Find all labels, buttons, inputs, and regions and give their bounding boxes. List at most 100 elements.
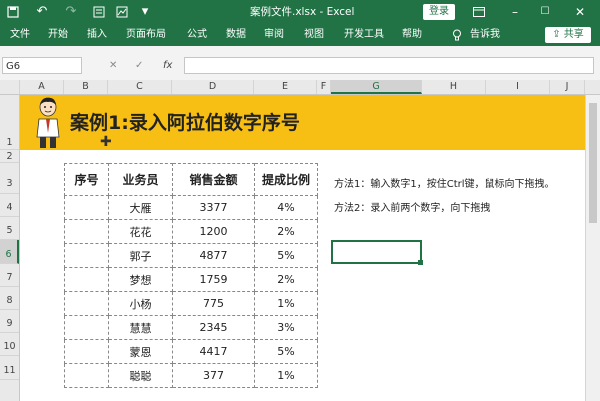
window-title: 案例文件.xlsx - Excel	[250, 6, 355, 18]
maximize-button[interactable]: ☐	[535, 0, 555, 24]
undo-icon[interactable]: ↶	[33, 0, 51, 24]
scrollbar-thumb[interactable]	[589, 103, 597, 223]
close-button[interactable]: ✕	[570, 0, 590, 24]
row-header[interactable]: 1	[0, 95, 19, 150]
table-cell[interactable]	[64, 291, 109, 316]
table-cell[interactable]: 3%	[254, 315, 318, 340]
table-cell[interactable]: 2%	[254, 267, 318, 292]
tab-insert[interactable]: 插入	[87, 24, 107, 46]
select-all-corner[interactable]	[0, 80, 20, 94]
tab-developer[interactable]: 开发工具	[344, 24, 384, 46]
lightbulb-icon[interactable]	[452, 24, 462, 46]
table-cell[interactable]: 郭子	[108, 243, 173, 268]
table-cell[interactable]: 1759	[172, 267, 255, 292]
row-header[interactable]: 7	[0, 264, 19, 287]
column-header[interactable]: J	[550, 80, 585, 94]
form-icon[interactable]	[90, 0, 108, 24]
cancel-icon[interactable]: ✕	[109, 57, 117, 74]
header-cell[interactable]: 业务员	[108, 163, 173, 196]
tab-formulas[interactable]: 公式	[187, 24, 207, 46]
table-cell[interactable]	[64, 243, 109, 268]
column-header[interactable]: B	[64, 80, 108, 94]
table-cell[interactable]: 2345	[172, 315, 255, 340]
table-cell[interactable]: 775	[172, 291, 255, 316]
row-header[interactable]: 11	[0, 356, 19, 380]
chart-icon[interactable]	[113, 0, 131, 24]
table-row: 小杨 775 1%	[64, 291, 318, 316]
column-header[interactable]: I	[486, 80, 550, 94]
table-cell[interactable]	[64, 219, 109, 244]
tab-file[interactable]: 文件	[10, 24, 30, 46]
column-header[interactable]: E	[254, 80, 317, 94]
table-cell[interactable]	[64, 195, 109, 220]
table-cell[interactable]: 小杨	[108, 291, 173, 316]
row-header[interactable]: 8	[0, 287, 19, 310]
businessman-figure	[34, 97, 62, 153]
table-cell[interactable]: 4417	[172, 339, 255, 364]
table-cell[interactable]	[64, 267, 109, 292]
row-header[interactable]: 10	[0, 333, 19, 356]
table-cell[interactable]	[64, 363, 109, 388]
table-cell[interactable]: 1200	[172, 219, 255, 244]
formula-bar: G6 ✕ ✓ fx	[0, 46, 600, 80]
row-header[interactable]: 9	[0, 310, 19, 333]
table-cell[interactable]: 1%	[254, 363, 318, 388]
minimize-button[interactable]: –	[505, 0, 525, 24]
confirm-icon[interactable]: ✓	[135, 57, 143, 74]
customize-toolbar-icon[interactable]: ▾	[136, 0, 154, 24]
active-cell-selection[interactable]	[331, 240, 422, 264]
table-cell[interactable]: 大雁	[108, 195, 173, 220]
share-button[interactable]: ⇪ 共享	[545, 27, 591, 43]
function-icon[interactable]: fx	[163, 57, 172, 74]
column-header[interactable]: F	[317, 80, 331, 94]
column-header[interactable]: D	[172, 80, 254, 94]
column-header[interactable]: C	[108, 80, 172, 94]
row-header[interactable]: 5	[0, 217, 19, 240]
login-button[interactable]: 登录	[423, 4, 455, 20]
column-header[interactable]: H	[422, 80, 486, 94]
tab-help[interactable]: 帮助	[402, 24, 422, 46]
table-cell[interactable]	[64, 339, 109, 364]
table-cell[interactable]: 5%	[254, 339, 318, 364]
column-header-selected[interactable]: G	[331, 80, 422, 94]
table-row: 慧慧 2345 3%	[64, 315, 318, 340]
table-cell[interactable]: 2%	[254, 219, 318, 244]
tab-home[interactable]: 开始	[48, 24, 68, 46]
data-table: 序号 业务员 销售金额 提成比例 大雁 3377 4% 花花 1200 2% 郭…	[64, 163, 318, 388]
row-header-selected[interactable]: 6	[0, 240, 19, 264]
table-cell[interactable]: 梦想	[108, 267, 173, 292]
table-row: 梦想 1759 2%	[64, 267, 318, 292]
table-cell[interactable]: 3377	[172, 195, 255, 220]
formula-input[interactable]	[184, 57, 594, 74]
save-icon[interactable]	[4, 0, 22, 24]
row-header[interactable]: 2	[0, 150, 19, 163]
fill-handle[interactable]	[418, 260, 423, 265]
tab-review[interactable]: 审阅	[264, 24, 284, 46]
table-cell[interactable]: 4877	[172, 243, 255, 268]
table-cell[interactable]: 377	[172, 363, 255, 388]
tab-data[interactable]: 数据	[226, 24, 246, 46]
row-header[interactable]: 3	[0, 163, 19, 194]
formula-buttons: ✕ ✓ fx	[95, 57, 179, 74]
redo-icon[interactable]: ↷	[62, 0, 80, 24]
method-note-2: 方法2：录入前两个数字，向下拖拽	[334, 203, 491, 214]
column-header[interactable]: A	[20, 80, 64, 94]
header-cell[interactable]: 序号	[64, 163, 109, 196]
tell-me-search[interactable]: 告诉我	[470, 24, 500, 46]
table-cell[interactable]: 蒙恩	[108, 339, 173, 364]
table-cell[interactable]: 慧慧	[108, 315, 173, 340]
ribbon-display-icon[interactable]	[470, 0, 488, 24]
tab-page-layout[interactable]: 页面布局	[126, 24, 166, 46]
table-cell[interactable]: 花花	[108, 219, 173, 244]
table-cell[interactable]	[64, 315, 109, 340]
name-box[interactable]: G6	[2, 57, 82, 74]
row-header[interactable]: 4	[0, 194, 19, 217]
vertical-scrollbar[interactable]	[585, 95, 600, 401]
header-cell[interactable]: 提成比例	[254, 163, 318, 196]
table-cell[interactable]: 4%	[254, 195, 318, 220]
header-cell[interactable]: 销售金额	[172, 163, 255, 196]
table-cell[interactable]: 5%	[254, 243, 318, 268]
table-cell[interactable]: 聪聪	[108, 363, 173, 388]
tab-view[interactable]: 视图	[304, 24, 324, 46]
table-cell[interactable]: 1%	[254, 291, 318, 316]
